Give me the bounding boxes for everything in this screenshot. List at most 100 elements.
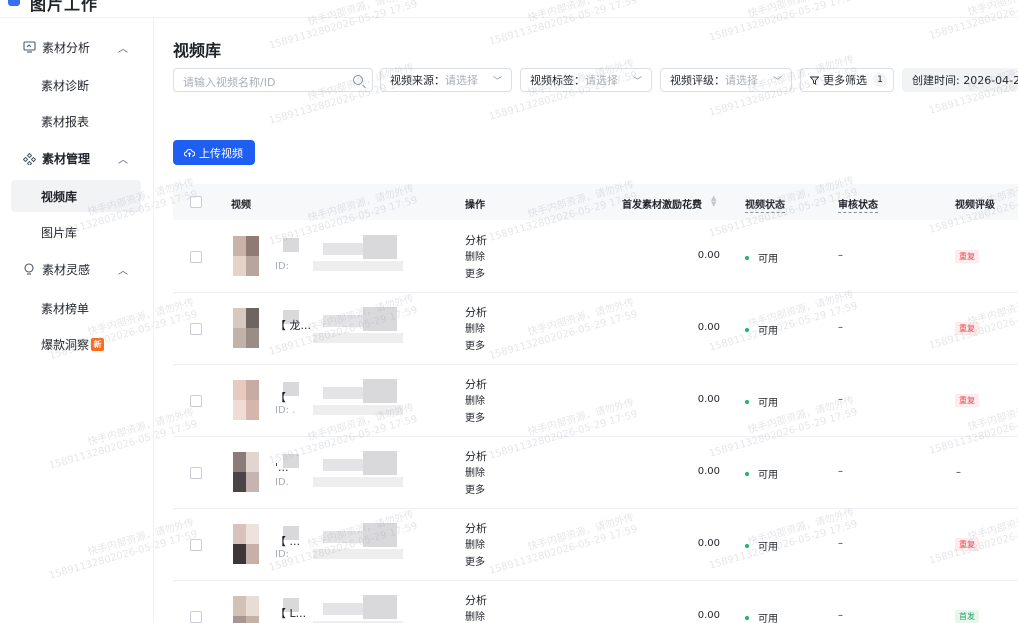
more-action-link[interactable]: 更多 bbox=[465, 410, 487, 427]
status-dot bbox=[745, 399, 749, 404]
monitor-chart-icon bbox=[22, 40, 36, 54]
cost-value: 0.00 bbox=[697, 538, 720, 549]
delete-action-link[interactable]: 删除 bbox=[465, 465, 487, 482]
search-input[interactable]: 请输入视频名称/ID bbox=[173, 68, 373, 92]
sidebar-item-video-library[interactable]: 视频库 bbox=[11, 180, 141, 212]
grid-manage-icon bbox=[22, 151, 36, 165]
more-filters-button[interactable]: 更多筛选 1 bbox=[800, 68, 894, 92]
created-date-filter[interactable]: 创建时间: 2026-04-2 bbox=[902, 68, 1018, 92]
main-content: 视频库 请输入视频名称/ID 视频来源： 请选择 ﹀ 视频标签： 请选择 ﹀ 视频评… bbox=[48, 0, 1018, 623]
rating-badge: 重复 bbox=[955, 250, 979, 263]
row-checkbox[interactable] bbox=[190, 251, 202, 263]
row-checkbox[interactable] bbox=[190, 467, 202, 479]
analyze-action-link[interactable]: 分析 bbox=[465, 304, 487, 321]
delete-action-link[interactable]: 删除 bbox=[465, 249, 487, 266]
table-row: ID: 分析 删除 更多 0.00 可用 – 重复 bbox=[173, 221, 1018, 293]
more-action-link[interactable]: 更多 bbox=[465, 482, 487, 499]
nav-group-manage[interactable]: 素材管理 ︿ bbox=[0, 140, 154, 176]
cost-value: 0.00 bbox=[697, 610, 720, 621]
more-action-link[interactable]: 更多 bbox=[465, 266, 487, 283]
sidebar-item-label: 图片库 bbox=[41, 225, 78, 240]
blurred-content bbox=[313, 333, 403, 343]
sidebar-item-label: 视频库 bbox=[41, 189, 78, 204]
video-status: 可用 bbox=[745, 322, 778, 337]
row-actions: 分析 删除 更多 bbox=[465, 376, 487, 427]
column-header-actions: 操作 bbox=[465, 200, 485, 211]
sidebar-item-report[interactable]: 素材报表 bbox=[11, 105, 141, 137]
row-checkbox[interactable] bbox=[190, 323, 202, 335]
review-status: – bbox=[838, 466, 843, 477]
review-status: – bbox=[838, 610, 843, 621]
video-status: 可用 bbox=[745, 250, 778, 265]
analyze-action-link[interactable]: 分析 bbox=[465, 592, 487, 609]
row-actions: 分析 删除 更多 bbox=[465, 232, 487, 283]
row-checkbox[interactable] bbox=[190, 539, 202, 551]
video-thumbnail[interactable] bbox=[233, 236, 259, 276]
status-dot bbox=[745, 543, 749, 548]
video-rating-select[interactable]: 视频评级： 请选择 ﹀ bbox=[660, 68, 792, 92]
analyze-action-link[interactable]: 分析 bbox=[465, 448, 487, 465]
analyze-action-link[interactable]: 分析 bbox=[465, 520, 487, 537]
sidebar-item-ranking[interactable]: 素材榜单 bbox=[11, 292, 141, 324]
delete-action-link[interactable]: 删除 bbox=[465, 393, 487, 410]
nav-group-label: 素材灵感 bbox=[42, 262, 91, 277]
video-title[interactable]: 【 ... bbox=[275, 533, 300, 549]
sidebar-item-image-library[interactable]: 图片库 bbox=[11, 216, 141, 248]
status-text: 可用 bbox=[758, 254, 778, 265]
analyze-action-link[interactable]: 分析 bbox=[465, 232, 487, 249]
date-filter-label: 创建时间: 2026-04-2 bbox=[912, 74, 1018, 87]
video-thumbnail[interactable] bbox=[233, 524, 259, 564]
rating-badge: 重复 bbox=[955, 538, 979, 551]
video-status: 可用 bbox=[745, 538, 778, 553]
video-title[interactable]: 【 龙... bbox=[275, 317, 311, 333]
search-icon bbox=[353, 75, 363, 85]
video-status: 可用 bbox=[745, 466, 778, 481]
video-thumbnail[interactable] bbox=[233, 596, 259, 623]
row-actions: 分析 删除 更多 bbox=[465, 520, 487, 571]
sidebar-item-diagnosis[interactable]: 素材诊断 bbox=[11, 69, 141, 101]
column-header-rating: 视频评级 bbox=[955, 200, 995, 211]
video-thumbnail[interactable] bbox=[233, 452, 259, 492]
nav-group-analysis[interactable]: 素材分析 ︿ bbox=[0, 29, 154, 65]
app-title: 图片工作 bbox=[30, 0, 99, 14]
column-header-video: 视频 bbox=[231, 200, 251, 211]
video-title[interactable]: '... bbox=[275, 461, 289, 474]
blurred-content bbox=[363, 523, 397, 547]
chevron-down-icon: ﹀ bbox=[772, 77, 782, 87]
video-tag-select[interactable]: 视频标签： 请选择 ﹀ bbox=[520, 68, 652, 92]
filter-icon bbox=[810, 76, 819, 85]
chevron-down-icon: ﹀ bbox=[632, 77, 642, 87]
row-actions: 分析 删除 bbox=[465, 592, 487, 623]
delete-action-link[interactable]: 删除 bbox=[465, 609, 487, 623]
row-actions: 分析 删除 更多 bbox=[465, 448, 487, 499]
video-source-select[interactable]: 视频来源： 请选择 ﹀ bbox=[380, 68, 512, 92]
sort-icon[interactable]: ▲ ▼ bbox=[711, 195, 716, 208]
column-header-status: 视频状态 bbox=[745, 196, 785, 213]
review-status: – bbox=[838, 538, 843, 549]
more-action-link[interactable]: 更多 bbox=[465, 338, 487, 355]
analyze-action-link[interactable]: 分析 bbox=[465, 376, 487, 393]
rating-badge: 首发 bbox=[955, 610, 979, 623]
upload-button-label: 上传视频 bbox=[199, 146, 243, 160]
select-label: 视频评级： bbox=[670, 74, 725, 87]
cost-value: 0.00 bbox=[697, 394, 720, 405]
row-checkbox[interactable] bbox=[190, 611, 202, 623]
blurred-content bbox=[363, 307, 397, 331]
nav-group-inspiration[interactable]: 素材灵感 ︿ bbox=[0, 251, 154, 287]
bulb-icon bbox=[22, 262, 36, 276]
video-thumbnail[interactable] bbox=[233, 380, 259, 420]
delete-action-link[interactable]: 删除 bbox=[465, 537, 487, 554]
rating-badge: – bbox=[956, 467, 961, 478]
column-header-cost[interactable]: 首发素材激励花费 bbox=[622, 196, 702, 211]
chevron-down-icon: ﹀ bbox=[492, 77, 502, 87]
video-title[interactable]: 【 L... bbox=[275, 605, 306, 621]
delete-action-link[interactable]: 删除 bbox=[465, 321, 487, 338]
chevron-up-icon: ︿ bbox=[118, 154, 128, 166]
more-action-link[interactable]: 更多 bbox=[465, 554, 487, 571]
sidebar-item-insight[interactable]: 爆款洞察 新 bbox=[11, 328, 141, 360]
row-checkbox[interactable] bbox=[190, 395, 202, 407]
video-thumbnail[interactable] bbox=[233, 308, 259, 348]
upload-video-button[interactable]: 上传视频 bbox=[173, 140, 255, 165]
video-title[interactable]: 【 bbox=[275, 389, 286, 405]
select-all-checkbox[interactable] bbox=[190, 196, 202, 208]
